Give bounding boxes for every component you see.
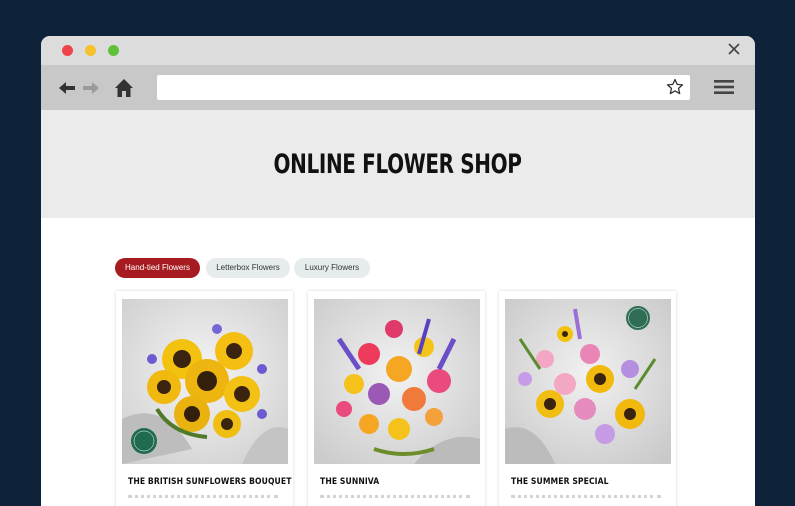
close-dot[interactable]: [62, 45, 73, 56]
product-card[interactable]: THE BRITISH SUNFLOWERS BOUQUET: [116, 291, 293, 506]
close-icon[interactable]: [727, 42, 741, 56]
arrow-left-icon[interactable]: [56, 77, 78, 99]
arrow-right-icon[interactable]: [80, 77, 102, 99]
product-description-placeholder: [511, 495, 661, 502]
product-card[interactable]: THE SUNNIVA: [308, 291, 485, 506]
tab-luxury-flowers[interactable]: Luxury Flowers: [294, 258, 370, 278]
product-description-placeholder: [320, 495, 470, 502]
maximize-dot[interactable]: [108, 45, 119, 56]
product-image[interactable]: [505, 299, 671, 464]
address-bar[interactable]: [157, 75, 690, 100]
page-header: ONLINE FLOWER SHOP: [41, 110, 755, 218]
home-icon[interactable]: [113, 77, 135, 99]
tab-letterbox-flowers[interactable]: Letterbox Flowers: [206, 258, 290, 278]
hamburger-menu-icon[interactable]: [714, 79, 734, 95]
title-bar: [41, 36, 755, 65]
product-card[interactable]: THE SUMMER SPECIAL: [499, 291, 676, 506]
page-title: ONLINE FLOWER SHOP: [274, 148, 522, 180]
product-name[interactable]: THE BRITISH SUNFLOWERS BOUQUET: [128, 477, 291, 487]
product-image[interactable]: [314, 299, 480, 464]
product-name[interactable]: THE SUNNIVA: [320, 477, 480, 487]
star-icon[interactable]: [666, 78, 684, 96]
browser-window: ONLINE FLOWER SHOP Hand-tied Flowers Let…: [41, 36, 755, 506]
minimize-dot[interactable]: [85, 45, 96, 56]
product-name[interactable]: THE SUMMER SPECIAL: [511, 477, 671, 487]
product-description-placeholder: [128, 495, 278, 502]
browser-toolbar: [41, 65, 755, 110]
tab-hand-tied-flowers[interactable]: Hand-tied Flowers: [115, 258, 200, 278]
product-image[interactable]: [122, 299, 288, 464]
